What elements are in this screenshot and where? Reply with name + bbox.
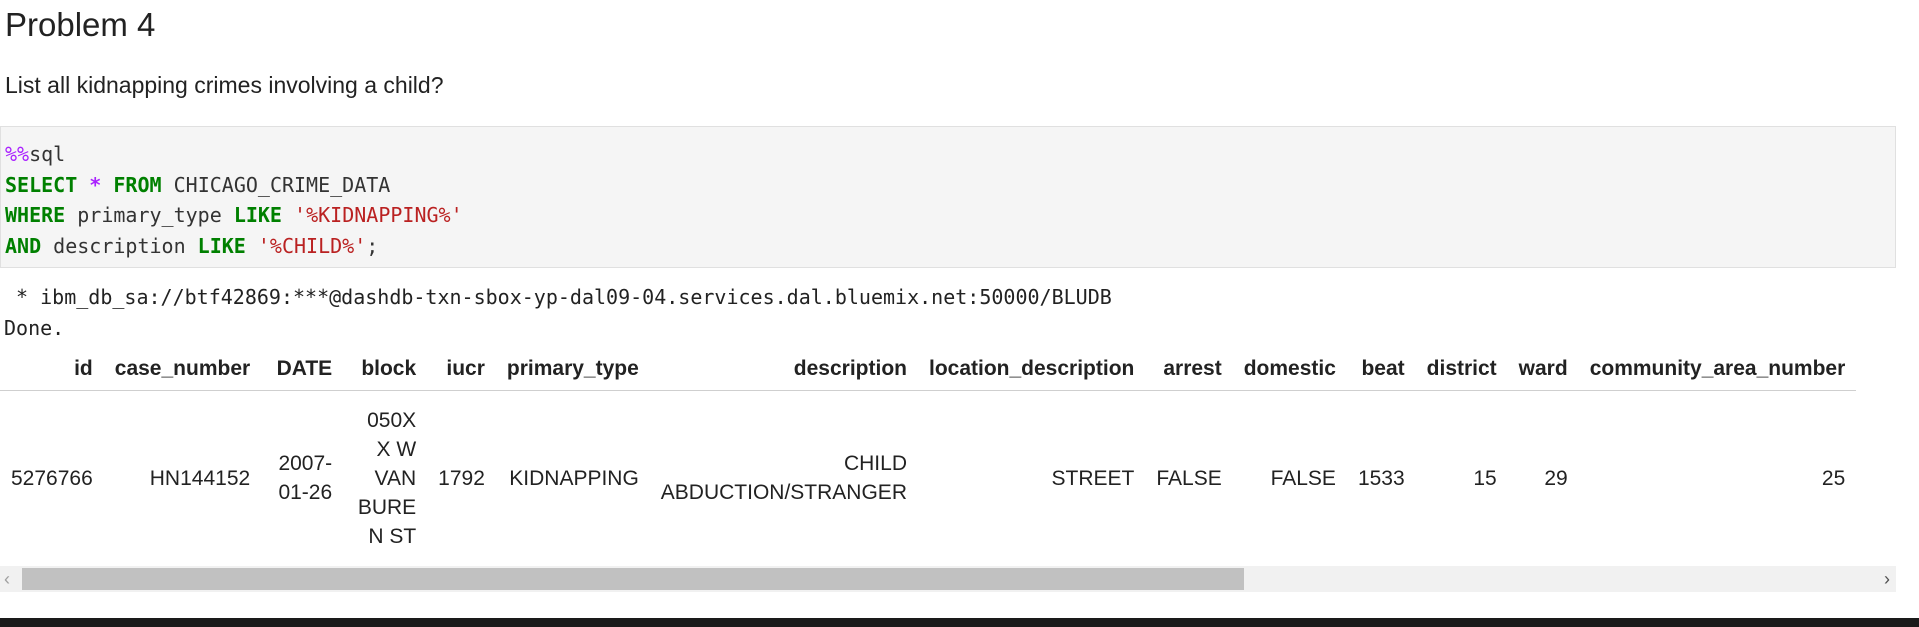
header-description: description bbox=[649, 347, 918, 391]
sql-code-cell[interactable]: %%sql SELECT * FROM CHICAGO_CRIME_DATA W… bbox=[0, 126, 1896, 268]
cell-iucr: 1792 bbox=[438, 466, 485, 490]
cell-date: 2007-01-26 bbox=[278, 452, 333, 504]
header-community-area-number: community_area_number bbox=[1578, 347, 1857, 391]
keyword-and: AND bbox=[5, 233, 42, 258]
results-table: id case_number DATE block iucr primary_t… bbox=[0, 347, 1857, 566]
string-kidnapping: '%KIDNAPPING%' bbox=[294, 203, 463, 227]
header-primary-type: primary_type bbox=[495, 347, 650, 391]
cell-ward: 29 bbox=[1544, 466, 1568, 490]
magic-name: sql bbox=[29, 142, 66, 166]
cell-output: * ibm_db_sa://btf42869:***@dashdb-txn-sb… bbox=[4, 282, 1112, 344]
code-line-3: WHERE primary_type LIKE '%KIDNAPPING%' bbox=[5, 200, 1895, 231]
cell-id: 5276766 bbox=[11, 466, 93, 490]
header-beat: beat bbox=[1346, 347, 1416, 391]
keyword-from: FROM bbox=[113, 172, 162, 197]
results-table-container: id case_number DATE block iucr primary_t… bbox=[0, 347, 1896, 565]
header-block: block bbox=[343, 347, 428, 391]
cell-community-area-number: 25 bbox=[1821, 466, 1846, 490]
cell-beat: 1533 bbox=[1357, 466, 1405, 490]
header-arrest: arrest bbox=[1145, 347, 1233, 391]
bottom-edge-bar bbox=[0, 618, 1919, 627]
cell-description: CHILD ABDUCTION/STRANGER bbox=[660, 452, 907, 504]
section-heading: Problem 4 bbox=[5, 6, 156, 43]
cell-location-description: STREET bbox=[1051, 466, 1135, 490]
keyword-select: SELECT bbox=[5, 172, 78, 197]
column-primary-type: primary_type bbox=[77, 203, 222, 227]
header-ward: ward bbox=[1507, 347, 1579, 391]
header-case-number: case_number bbox=[103, 347, 262, 391]
header-location-description: location_description bbox=[917, 347, 1146, 391]
header-date: DATE bbox=[261, 347, 344, 391]
status-text: Done. bbox=[4, 316, 65, 340]
cell-domestic: FALSE bbox=[1270, 466, 1336, 490]
cell-block: 050XX W VAN BUREN ST bbox=[357, 408, 417, 548]
cell-case-number: HN144152 bbox=[149, 466, 251, 490]
header-iucr: iucr bbox=[427, 347, 496, 391]
header-domestic: domestic bbox=[1232, 347, 1347, 391]
keyword-like: LIKE bbox=[233, 203, 282, 227]
code-line-4: AND description LIKE '%CHILD%'; bbox=[5, 231, 1895, 262]
scrollbar-thumb[interactable] bbox=[22, 568, 1244, 590]
connection-string: * ibm_db_sa://btf42869:***@dashdb-txn-sb… bbox=[4, 285, 1112, 309]
scroll-right-arrow-icon[interactable]: › bbox=[1884, 567, 1890, 591]
string-child: '%CHILD%' bbox=[257, 233, 367, 258]
cell-primary-type: KIDNAPPING bbox=[509, 466, 639, 490]
scroll-left-arrow-icon[interactable]: ‹ bbox=[4, 567, 10, 591]
code-line-2: SELECT * FROM CHICAGO_CRIME_DATA bbox=[5, 170, 1895, 201]
keyword-where: WHERE bbox=[5, 203, 66, 227]
table-name: CHICAGO_CRIME_DATA bbox=[173, 172, 391, 197]
operator-star: * bbox=[89, 172, 102, 197]
table-row: 5276766 HN144152 2007-01-26 050XX W VAN … bbox=[0, 391, 1856, 566]
question-text: List all kidnapping crimes involving a c… bbox=[5, 72, 444, 98]
column-description: description bbox=[53, 233, 186, 258]
table-header-row: id case_number DATE block iucr primary_t… bbox=[0, 347, 1857, 391]
code-line-1: %%sql bbox=[5, 139, 1895, 170]
cell-district: 15 bbox=[1473, 466, 1497, 490]
header-district: district bbox=[1415, 347, 1508, 391]
statement-terminator: ; bbox=[366, 233, 379, 258]
magic-prefix: %% bbox=[5, 142, 30, 166]
keyword-like: LIKE bbox=[197, 233, 246, 258]
header-id: id bbox=[0, 347, 104, 391]
cell-arrest: FALSE bbox=[1156, 466, 1222, 490]
horizontal-scrollbar[interactable]: ‹ › bbox=[0, 566, 1896, 592]
